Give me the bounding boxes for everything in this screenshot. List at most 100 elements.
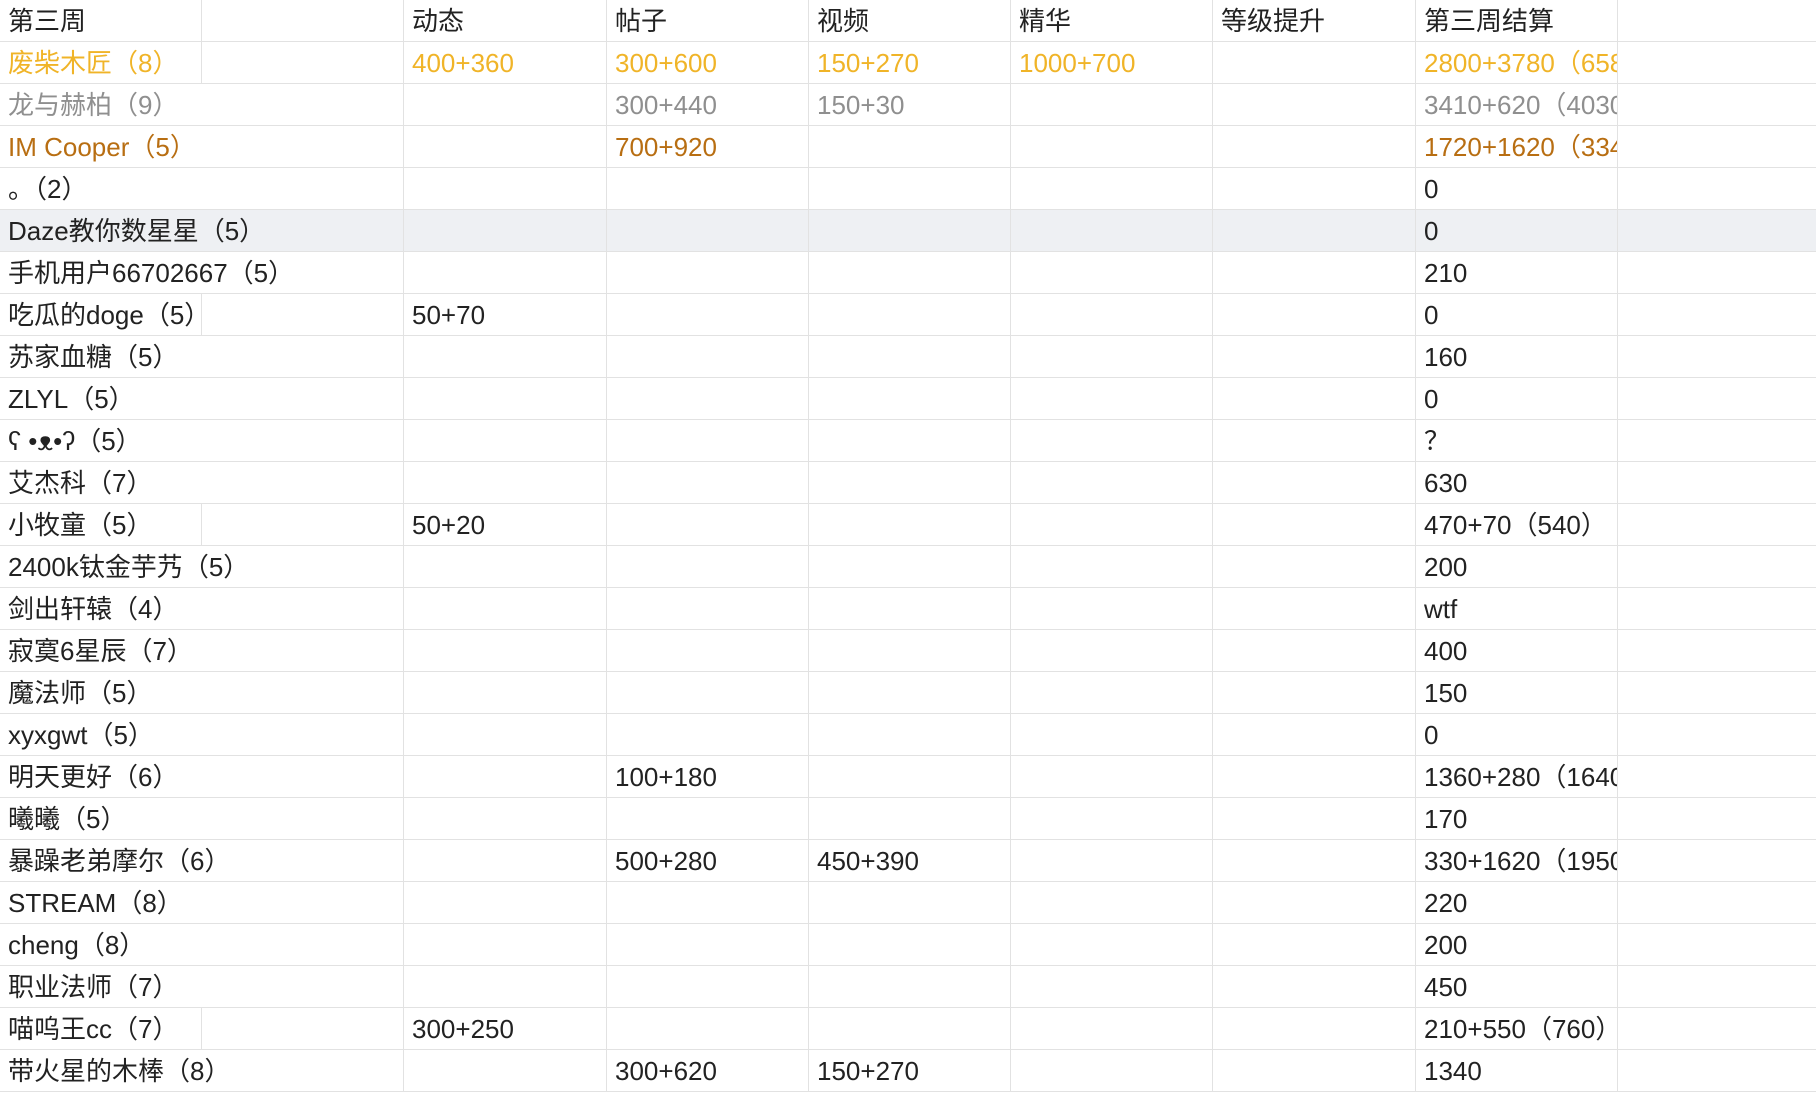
cell-dongtai[interactable] — [404, 882, 607, 923]
cell-tiezi[interactable] — [607, 504, 809, 545]
cell-extra[interactable] — [1618, 504, 1816, 545]
cell-blank[interactable] — [202, 672, 404, 713]
cell-extra[interactable] — [1618, 882, 1816, 923]
cell-blank[interactable] — [202, 42, 404, 83]
cell-dengji[interactable] — [1213, 252, 1416, 293]
cell-dongtai[interactable] — [404, 420, 607, 461]
header-cell-dongtai[interactable]: 动态 — [404, 0, 607, 41]
cell-name[interactable]: 艾杰科（7） — [0, 462, 202, 503]
cell-extra[interactable] — [1618, 714, 1816, 755]
cell-jinghua[interactable] — [1011, 210, 1213, 251]
cell-blank[interactable] — [202, 630, 404, 671]
cell-extra[interactable] — [1618, 588, 1816, 629]
cell-jiesuan[interactable]: 0 — [1416, 714, 1618, 755]
cell-name[interactable]: IM Cooper（5） — [0, 126, 202, 167]
cell-jinghua[interactable] — [1011, 462, 1213, 503]
cell-shipin[interactable] — [809, 630, 1011, 671]
cell-dongtai[interactable] — [404, 378, 607, 419]
cell-jiesuan[interactable]: ？ — [1416, 420, 1618, 461]
cell-jinghua[interactable] — [1011, 84, 1213, 125]
cell-dongtai[interactable] — [404, 252, 607, 293]
cell-name[interactable]: Daze教你数星星（5） — [0, 210, 265, 251]
cell-dengji[interactable] — [1213, 210, 1416, 251]
cell-tiezi[interactable] — [607, 798, 809, 839]
cell-dengji[interactable] — [1213, 126, 1416, 167]
cell-jinghua[interactable] — [1011, 1050, 1213, 1091]
cell-jinghua[interactable] — [1011, 672, 1213, 713]
cell-jiesuan[interactable]: 150 — [1416, 672, 1618, 713]
cell-dongtai[interactable] — [404, 336, 607, 377]
cell-tiezi[interactable] — [607, 546, 809, 587]
cell-dengji[interactable] — [1213, 42, 1416, 83]
cell-shipin[interactable] — [809, 336, 1011, 377]
cell-jiesuan[interactable]: 1340 — [1416, 1050, 1618, 1091]
cell-jinghua[interactable] — [1011, 168, 1213, 209]
cell-tiezi[interactable] — [607, 714, 809, 755]
cell-dongtai[interactable] — [404, 84, 607, 125]
cell-shipin[interactable] — [809, 966, 1011, 1007]
cell-tiezi[interactable]: 700+920 — [607, 126, 809, 167]
cell-name[interactable]: 废柴木匠（8） — [0, 42, 202, 83]
cell-dongtai[interactable] — [404, 672, 607, 713]
cell-tiezi[interactable] — [607, 336, 809, 377]
cell-jiesuan[interactable]: 170 — [1416, 798, 1618, 839]
cell-name[interactable]: 暴躁老弟摩尔（6） — [0, 840, 230, 881]
cell-jinghua[interactable] — [1011, 378, 1213, 419]
cell-jiesuan[interactable]: wtf — [1416, 588, 1618, 629]
cell-extra[interactable] — [1618, 546, 1816, 587]
cell-name[interactable]: 手机用户66702667（5） — [0, 252, 294, 293]
cell-dengji[interactable] — [1213, 546, 1416, 587]
cell-shipin[interactable] — [809, 672, 1011, 713]
cell-jiesuan[interactable]: 200 — [1416, 546, 1618, 587]
cell-dengji[interactable] — [1213, 882, 1416, 923]
header-cell-week[interactable]: 第三周 — [0, 0, 202, 41]
cell-dengji[interactable] — [1213, 84, 1416, 125]
cell-shipin[interactable] — [809, 168, 1011, 209]
cell-jiesuan[interactable]: 3410+620（4030） — [1416, 84, 1618, 125]
cell-jinghua[interactable] — [1011, 798, 1213, 839]
cell-tiezi[interactable] — [607, 294, 809, 335]
cell-jiesuan[interactable]: 470+70（540） — [1416, 504, 1618, 545]
cell-extra[interactable] — [1618, 252, 1816, 293]
cell-blank[interactable] — [202, 714, 404, 755]
cell-shipin[interactable] — [809, 126, 1011, 167]
cell-jiesuan[interactable]: 0 — [1416, 378, 1618, 419]
cell-shipin[interactable] — [809, 756, 1011, 797]
cell-dengji[interactable] — [1213, 672, 1416, 713]
cell-jiesuan[interactable]: 220 — [1416, 882, 1618, 923]
cell-extra[interactable] — [1618, 210, 1816, 251]
cell-dongtai[interactable] — [404, 966, 607, 1007]
cell-jiesuan[interactable]: 2800+3780（6580） — [1416, 42, 1618, 83]
cell-extra[interactable] — [1618, 1008, 1816, 1049]
cell-name[interactable]: cheng（8） — [0, 924, 202, 965]
cell-name[interactable]: ZLYL（5） — [0, 378, 202, 419]
cell-shipin[interactable] — [809, 294, 1011, 335]
cell-tiezi[interactable] — [607, 462, 809, 503]
cell-extra[interactable] — [1618, 126, 1816, 167]
cell-dongtai[interactable] — [404, 588, 607, 629]
cell-tiezi[interactable] — [607, 420, 809, 461]
header-cell-jinghua[interactable]: 精华 — [1011, 0, 1213, 41]
cell-blank[interactable] — [202, 504, 404, 545]
cell-dongtai[interactable]: 50+70 — [404, 294, 607, 335]
cell-extra[interactable] — [1618, 924, 1816, 965]
cell-blank[interactable] — [202, 966, 404, 1007]
cell-tiezi[interactable] — [607, 924, 809, 965]
cell-name[interactable]: ʕ •ᴥ•ʔ（5） — [0, 420, 202, 461]
cell-extra[interactable] — [1618, 798, 1816, 839]
cell-shipin[interactable] — [809, 378, 1011, 419]
cell-jinghua[interactable] — [1011, 588, 1213, 629]
cell-shipin[interactable] — [809, 882, 1011, 923]
cell-blank[interactable] — [202, 84, 404, 125]
cell-jiesuan[interactable]: 210 — [1416, 252, 1618, 293]
cell-dongtai[interactable] — [404, 126, 607, 167]
cell-shipin[interactable]: 150+270 — [809, 1050, 1011, 1091]
cell-dongtai[interactable] — [404, 1050, 607, 1091]
cell-extra[interactable] — [1618, 168, 1816, 209]
cell-name[interactable]: 带火星的木棒（8） — [0, 1050, 230, 1091]
cell-jiesuan[interactable]: 630 — [1416, 462, 1618, 503]
cell-tiezi[interactable]: 300+600 — [607, 42, 809, 83]
cell-shipin[interactable]: 150+270 — [809, 42, 1011, 83]
cell-tiezi[interactable] — [607, 882, 809, 923]
cell-dengji[interactable] — [1213, 798, 1416, 839]
